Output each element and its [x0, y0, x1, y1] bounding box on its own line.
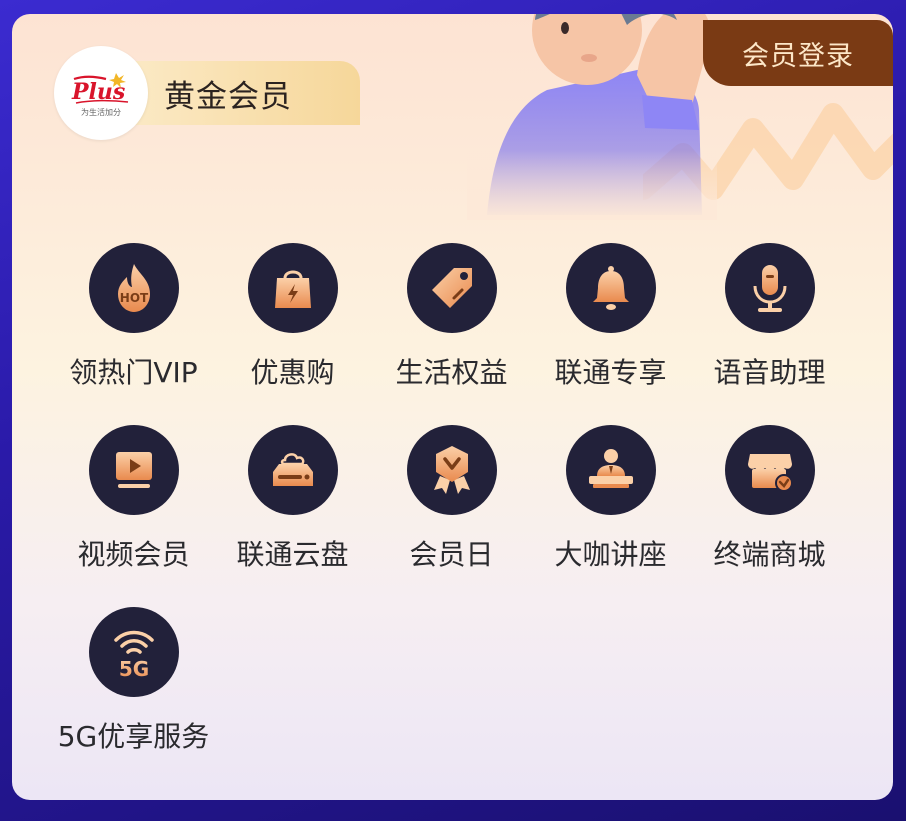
cloud-drive-icon [247, 425, 338, 515]
service-item-voice-assistant[interactable]: 语音助理 [690, 243, 849, 425]
service-label: 生活权益 [395, 356, 508, 389]
service-label: 会员日 [409, 538, 494, 571]
service-label: 联通专享 [554, 356, 667, 389]
service-label: 优惠购 [250, 356, 335, 389]
service-item-5g-service[interactable]: 5G 5G优享服务 [54, 607, 213, 789]
service-item-hot-vip[interactable]: HOT 领热门VIP [54, 243, 213, 425]
member-login-button[interactable]: 会员登录 [703, 20, 893, 86]
service-label: 联通云盘 [236, 538, 349, 571]
service-item-terminal-mall[interactable]: 终端商城 [690, 425, 849, 607]
service-item-video-membership[interactable]: 视频会员 [54, 425, 213, 607]
membership-level-text: 黄金会员 [164, 78, 292, 115]
lecture-speaker-icon [565, 425, 656, 515]
service-label: 大咖讲座 [554, 538, 667, 571]
service-label: 终端商城 [713, 538, 826, 571]
service-item-expert-lecture[interactable]: 大咖讲座 [531, 425, 690, 607]
plus-logo-icon: Plus [71, 72, 129, 105]
store-icon [724, 425, 815, 515]
bell-icon [565, 243, 656, 333]
svg-text:HOT: HOT [119, 291, 148, 305]
character-illustration [467, 14, 717, 220]
membership-level-label: 黄金会员 [134, 61, 360, 125]
services-panel: HOT 领热门VIP 优惠购 生活权益 联通专享 语音助理 视频会员 联通云盘 … [54, 207, 859, 777]
service-item-member-day[interactable]: 会员日 [372, 425, 531, 607]
hot-flame-icon: HOT [88, 243, 179, 333]
shopping-bag-icon [247, 243, 338, 333]
service-item-life-benefits[interactable]: 生活权益 [372, 243, 531, 425]
service-item-cloud-drive[interactable]: 联通云盘 [213, 425, 372, 607]
membership-card: 会员登录 黄金会员 Plus 为生活加分 HOT 领热门VIP 优惠购 生活权益… [12, 14, 893, 800]
plus-logo: Plus 为生活加分 [54, 46, 148, 140]
svg-text:5G: 5G [118, 657, 148, 680]
service-label: 视频会员 [77, 538, 190, 571]
service-label: 语音助理 [713, 356, 826, 389]
video-play-icon [88, 425, 179, 515]
microphone-icon [724, 243, 815, 333]
service-label: 领热门VIP [69, 356, 198, 389]
price-tag-icon [406, 243, 497, 333]
service-item-discount-shop[interactable]: 优惠购 [213, 243, 372, 425]
5g-signal-icon: 5G [88, 607, 179, 697]
medal-badge-icon [406, 425, 497, 515]
service-label: 5G优享服务 [57, 720, 210, 753]
logo-tagline: 为生活加分 [81, 107, 121, 117]
service-item-unicom-exclusive[interactable]: 联通专享 [531, 243, 690, 425]
services-grid: HOT 领热门VIP 优惠购 生活权益 联通专享 语音助理 视频会员 联通云盘 … [54, 243, 859, 789]
